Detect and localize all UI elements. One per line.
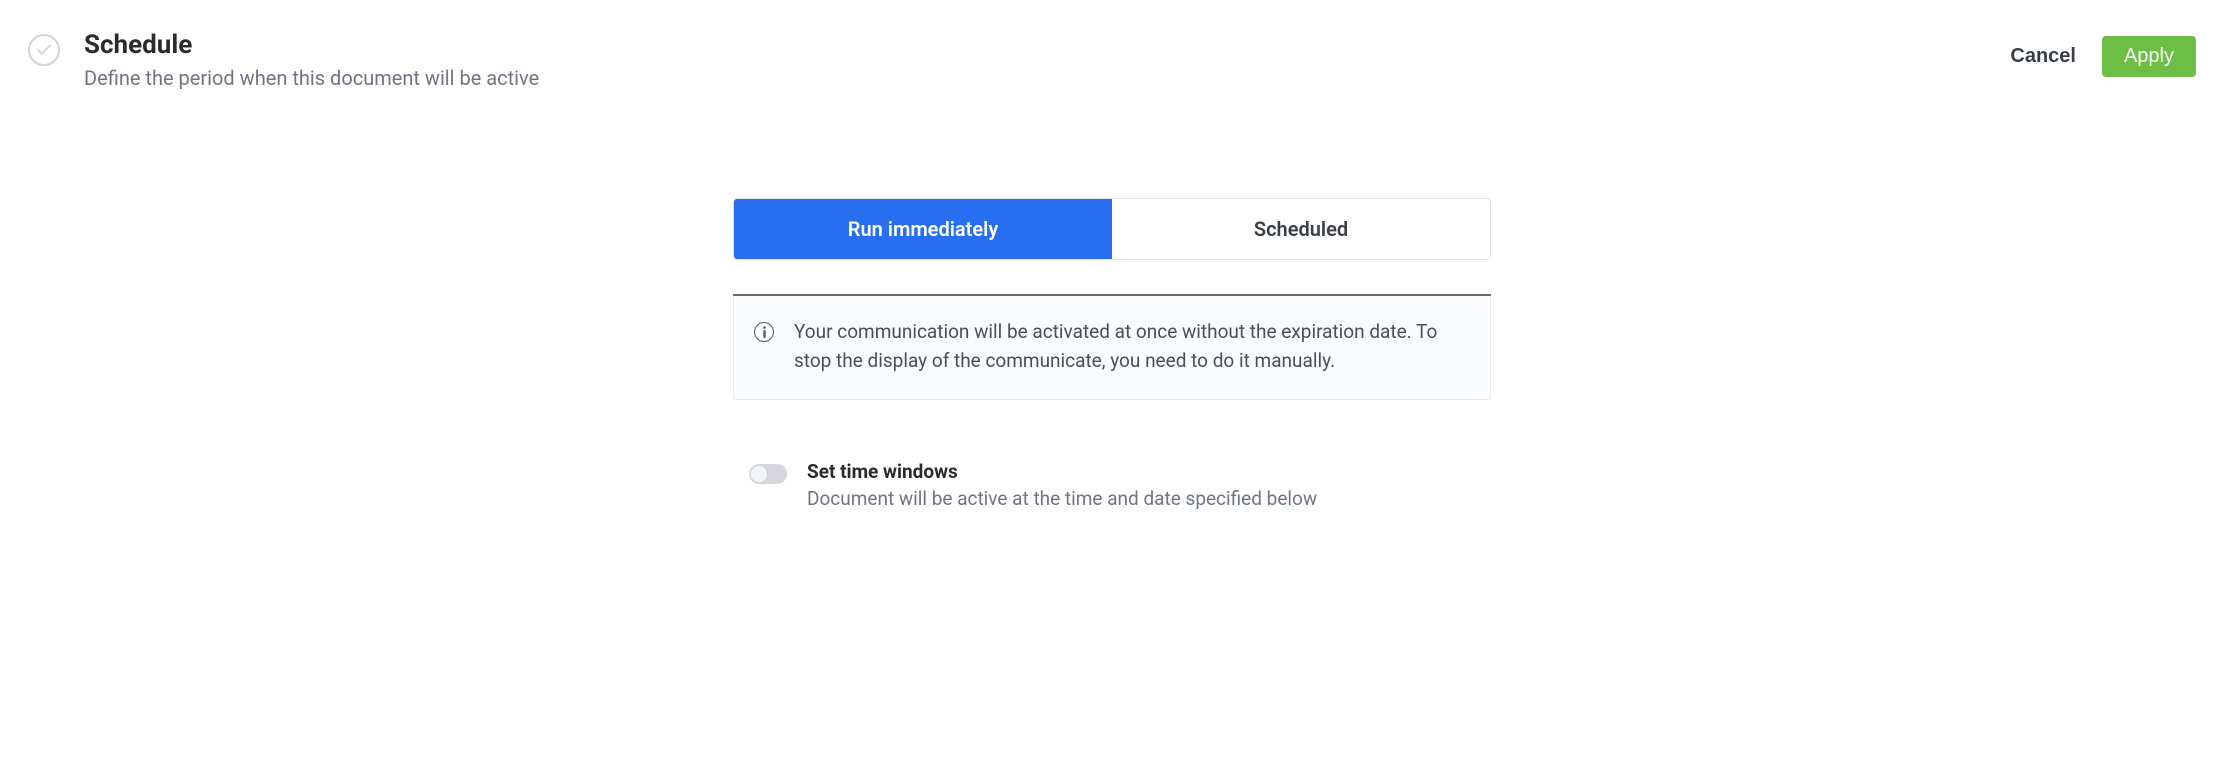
info-box: Your communication will be activated at … (733, 296, 1491, 400)
content-area: Run immediately Scheduled Your communica… (733, 198, 1491, 510)
info-text: Your communication will be activated at … (794, 318, 1470, 375)
page-subtitle: Define the period when this document wil… (84, 66, 539, 90)
check-circle-icon (28, 34, 60, 66)
header-actions: Cancel Apply (2010, 36, 2196, 77)
tab-run-immediately[interactable]: Run immediately (734, 199, 1112, 259)
apply-button[interactable]: Apply (2102, 36, 2196, 77)
page-title: Schedule (84, 30, 539, 60)
toggle-text-block: Set time windows Document will be active… (807, 460, 1317, 510)
toggle-knob (751, 466, 767, 482)
page-header: Schedule Define the period when this doc… (28, 30, 2196, 90)
tab-scheduled[interactable]: Scheduled (1112, 199, 1490, 259)
info-icon (754, 322, 774, 342)
header-left: Schedule Define the period when this doc… (28, 30, 539, 90)
time-windows-row: Set time windows Document will be active… (733, 460, 1491, 510)
toggle-title: Set time windows (807, 460, 1317, 483)
cancel-button[interactable]: Cancel (2010, 45, 2076, 68)
title-block: Schedule Define the period when this doc… (84, 30, 539, 90)
schedule-tabs: Run immediately Scheduled (733, 198, 1491, 260)
time-windows-toggle[interactable] (749, 464, 787, 484)
toggle-subtitle: Document will be active at the time and … (807, 487, 1317, 510)
